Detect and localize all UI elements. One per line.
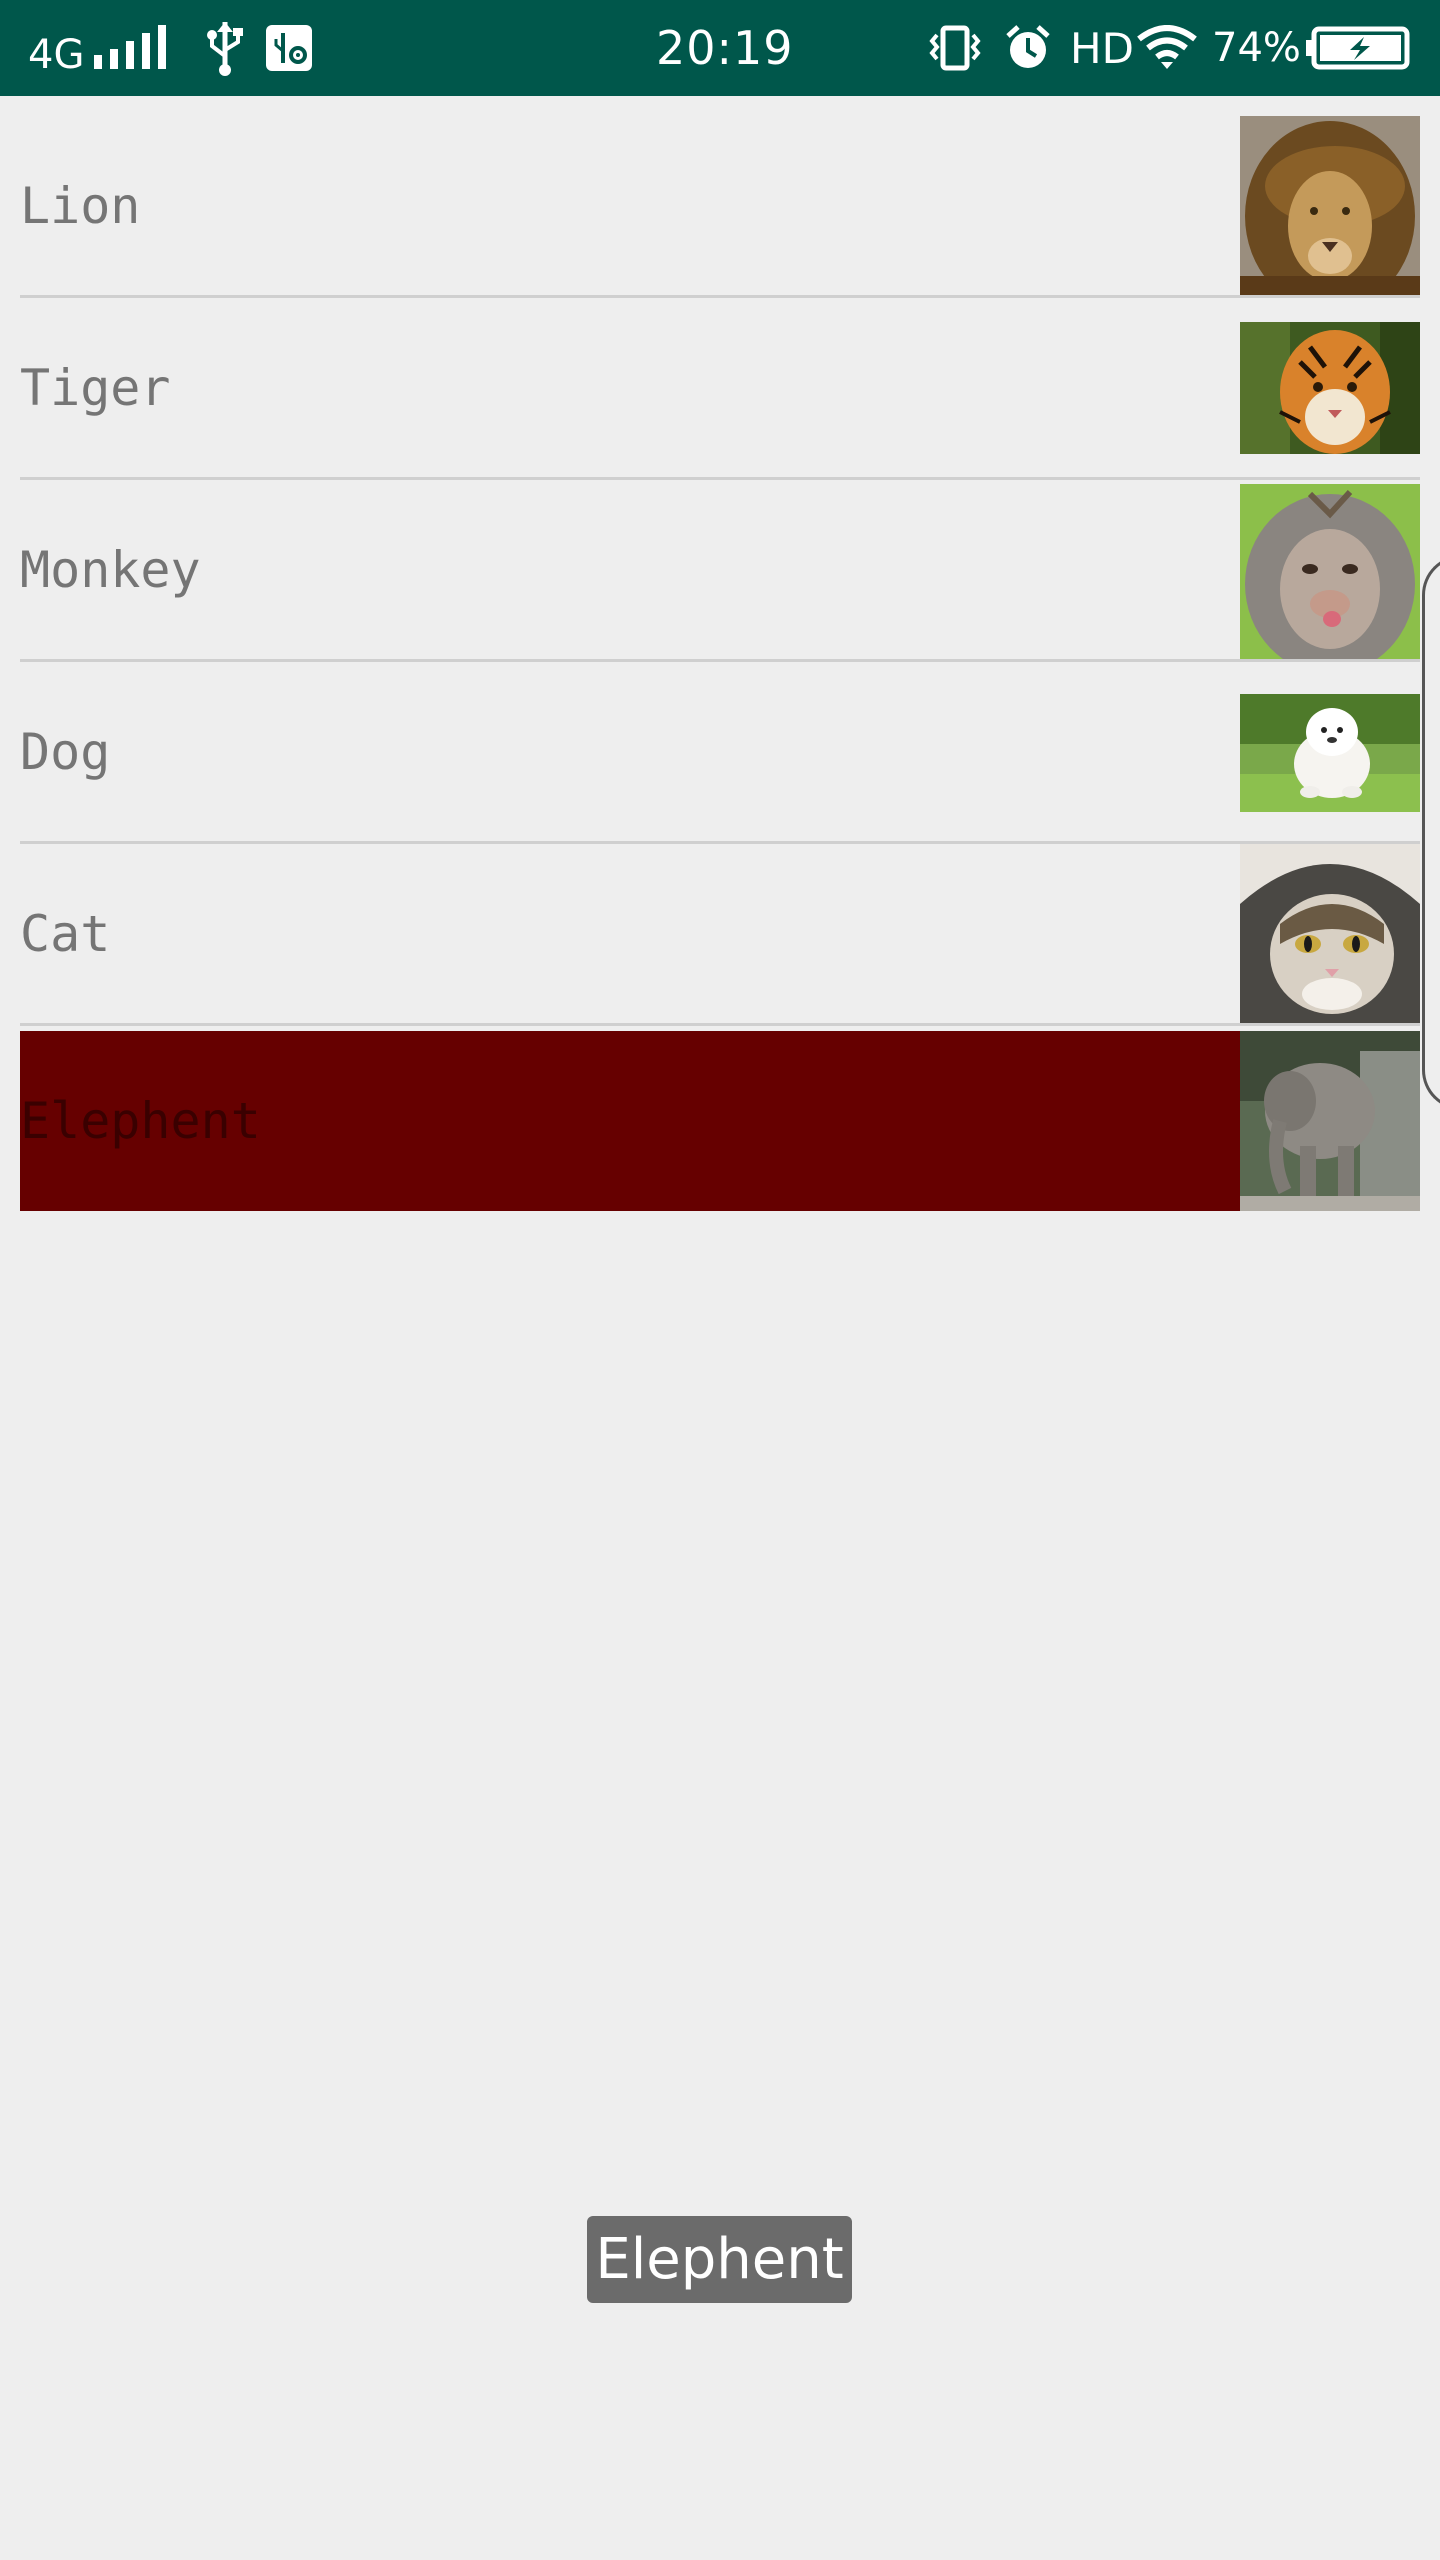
- list-item-label: Dog: [20, 723, 111, 781]
- network-type-label: 4G: [28, 32, 85, 78]
- hd-label: HD: [1070, 23, 1134, 73]
- status-bar: 4G 20:19 HD 74%: [0, 0, 1440, 96]
- network-type: 4G: [28, 0, 84, 96]
- scroll-indicator: [1422, 555, 1440, 1110]
- toast-message: Elephent: [587, 2216, 852, 2303]
- list-item-lion[interactable]: Lion: [20, 116, 1420, 296]
- clock: 20:19: [656, 0, 794, 96]
- signal-icon: [94, 0, 168, 96]
- list-item-label: Cat: [20, 905, 111, 963]
- battery-charging-icon: [1306, 0, 1410, 96]
- vibrate-icon: [928, 0, 982, 96]
- dog-photo: [1240, 694, 1420, 812]
- toast-text: Elephent: [595, 2227, 844, 2292]
- list-item-elephent[interactable]: Elephent: [20, 1031, 1420, 1211]
- usb-debug-icon: [266, 0, 312, 96]
- lion-photo: [1240, 116, 1420, 296]
- list-item-label: Elephent: [20, 1092, 261, 1150]
- clock-time: 20:19: [656, 21, 794, 75]
- monkey-photo: [1240, 484, 1420, 662]
- list-item-label: Monkey: [20, 541, 201, 599]
- list-item-cat[interactable]: Cat: [20, 844, 1420, 1024]
- list-divider: [20, 1023, 1420, 1026]
- list-item-label: Lion: [20, 177, 141, 235]
- alarm-icon: [1004, 0, 1052, 96]
- wifi-icon: [1136, 0, 1198, 96]
- battery-percent: 74%: [1212, 0, 1301, 96]
- battery-percent-label: 74%: [1212, 25, 1301, 71]
- list-item-dog[interactable]: Dog: [20, 662, 1420, 842]
- list-item-tiger[interactable]: Tiger: [20, 298, 1420, 478]
- list-item-label: Tiger: [20, 359, 171, 417]
- elephant-photo: [1240, 1031, 1420, 1211]
- usb-icon: [204, 0, 246, 96]
- hd-indicator: HD: [1070, 0, 1134, 96]
- list-item-monkey[interactable]: Monkey: [20, 480, 1420, 660]
- cat-photo: [1240, 844, 1420, 1024]
- tiger-photo: [1240, 322, 1420, 454]
